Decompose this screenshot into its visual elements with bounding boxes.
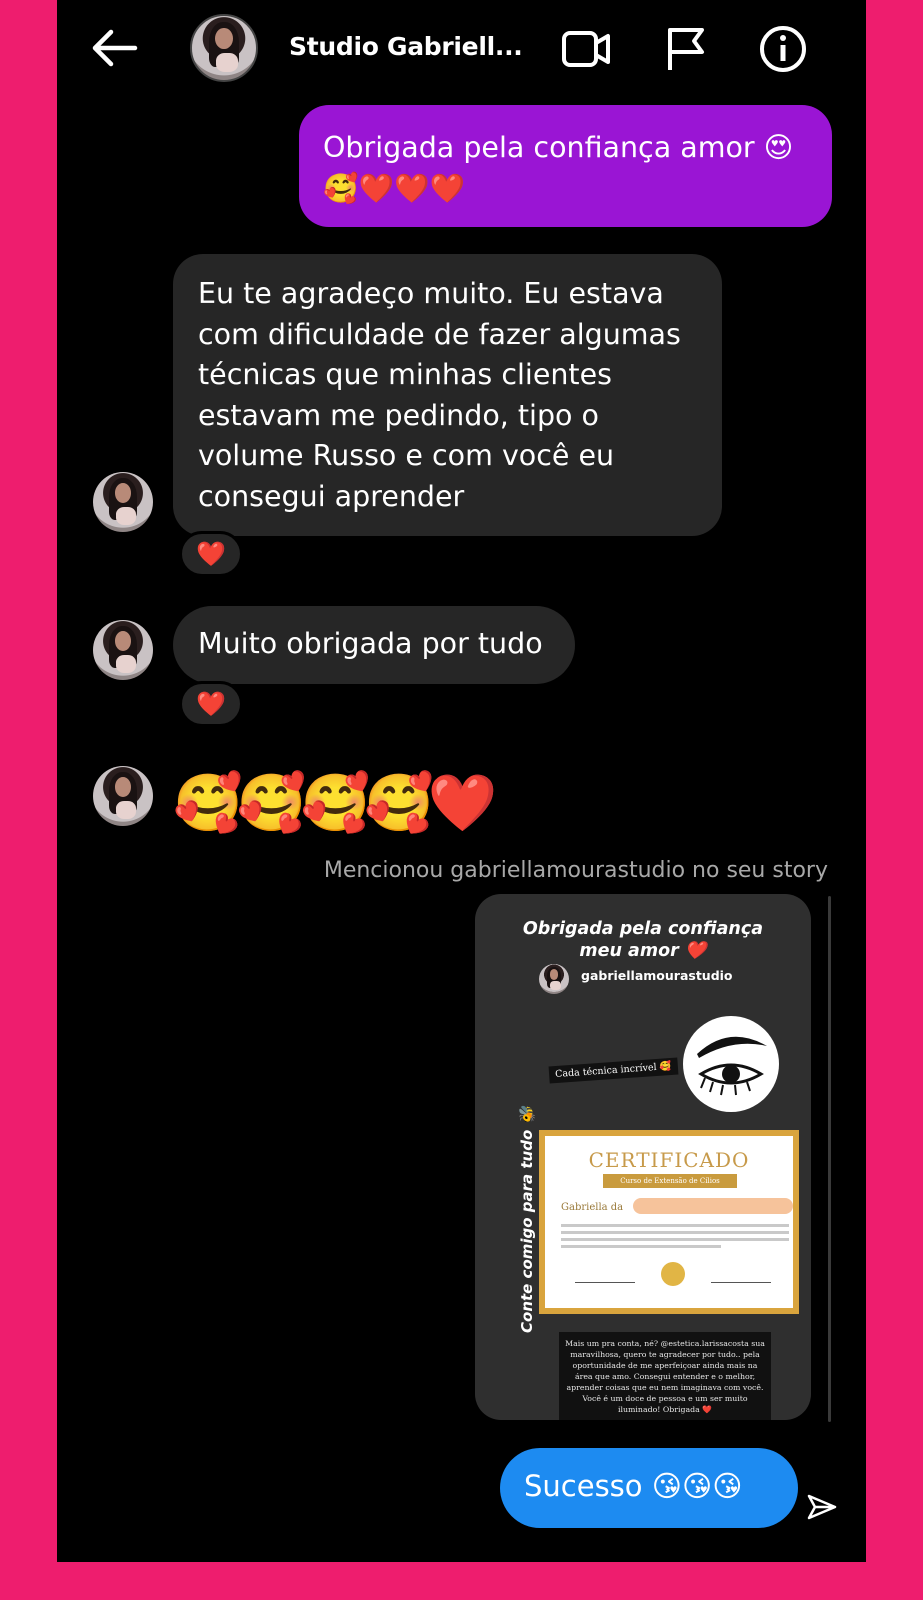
sender-avatar[interactable]: [93, 472, 153, 532]
sender-avatar[interactable]: [93, 620, 153, 680]
info-icon[interactable]: [757, 24, 809, 74]
scrollbar[interactable]: [828, 896, 831, 1422]
signature-line: [575, 1282, 635, 1283]
certificate-body: [561, 1224, 789, 1252]
signature-line: [711, 1282, 771, 1283]
certificate-subtitle: Curso de Extensão de Cílios: [603, 1174, 737, 1188]
heart-icon: ❤️: [196, 540, 226, 568]
arrow-left-icon[interactable]: [89, 28, 139, 68]
emoji-text: 🥰🥰🥰🥰❤️: [173, 771, 498, 836]
story-title-line: Obrigada pela confiança: [522, 919, 764, 939]
message-line: técnicas que minhas clientes: [198, 358, 612, 391]
story-sticker: Cada técnica incrível 🥰: [548, 1057, 678, 1084]
story-side-text: Conte comigo para tudo 🐝: [518, 1105, 536, 1333]
story-note-text: Mais um pra conta, né? @estetica.larissa…: [559, 1332, 771, 1420]
story-title: Obrigada pela confiança meu amor ❤️: [475, 918, 811, 962]
message-text: Sucesso 😘😘😘: [524, 1469, 743, 1503]
heart-icon: ❤️: [196, 690, 226, 718]
paper-plane-icon: [807, 1494, 837, 1520]
sent-message-bubble[interactable]: Obrigada pela confiança amor 😍 🥰❤️❤️❤️: [299, 105, 832, 227]
story-username: gabriellamourastudio: [581, 968, 733, 983]
chat-title[interactable]: Studio Gabriell...: [289, 32, 523, 61]
flag-icon[interactable]: [660, 24, 712, 74]
message-line: consegui aprender: [198, 479, 465, 513]
chat-screen: Studio Gabriell... Obrigada pela confian…: [57, 0, 866, 1562]
story-mention-card[interactable]: Obrigada pela confiança meu amor ❤️ gabr…: [475, 894, 811, 1420]
eye-icon: [697, 1036, 767, 1096]
story-mention-label: Mencionou gabriellamourastudio no seu st…: [323, 858, 828, 883]
seal-icon: [661, 1262, 685, 1286]
eyebrow-logo-image: [683, 1016, 779, 1112]
sent-message-bubble[interactable]: Sucesso 😘😘😘: [500, 1448, 798, 1528]
certificate-name: Gabriella da: [561, 1202, 624, 1213]
received-message-bubble[interactable]: Eu te agradeço muito. Eu estava com difi…: [173, 254, 722, 536]
heart-reaction[interactable]: ❤️: [179, 681, 243, 727]
received-emoji-message[interactable]: 🥰🥰🥰🥰❤️: [173, 768, 543, 840]
message-line: Eu te agradeço muito. Eu estava: [198, 277, 664, 310]
video-camera-icon[interactable]: [560, 24, 612, 74]
story-avatar: [539, 964, 569, 994]
received-message-bubble[interactable]: Muito obrigada por tudo: [173, 606, 575, 684]
chat-header: Studio Gabriell...: [57, 0, 866, 98]
message-text: Muito obrigada por tudo: [198, 627, 543, 660]
story-title-line: meu amor ❤️: [579, 941, 707, 961]
message-emoji: 🥰❤️❤️❤️: [323, 171, 465, 205]
heart-reaction[interactable]: ❤️: [179, 531, 243, 577]
message-text: Obrigada pela confiança amor 😍: [323, 131, 794, 164]
certificate-title: CERTIFICADO: [588, 1148, 750, 1172]
message-line: volume Russo e com você eu: [198, 439, 615, 472]
message-line: estavam me pedindo, tipo o: [198, 398, 599, 432]
certificate-image: CERTIFICADO Curso de Extensão de Cílios …: [539, 1130, 799, 1314]
header-avatar[interactable]: [190, 14, 258, 82]
redaction-blur: [633, 1198, 793, 1214]
sender-avatar[interactable]: [93, 766, 153, 826]
message-line: com dificuldade de fazer algumas: [198, 317, 681, 351]
